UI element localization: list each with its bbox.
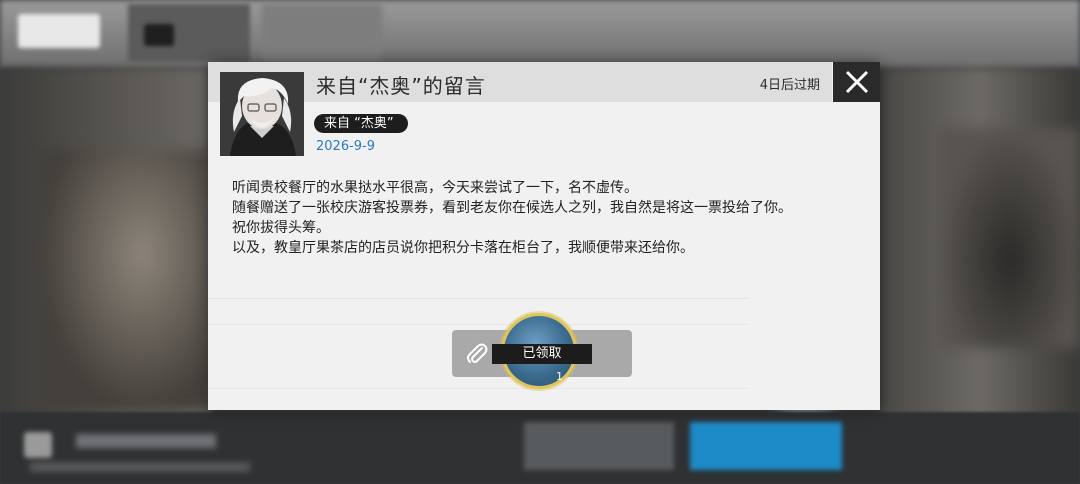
close-icon [845,70,869,94]
claimed-label: 已领取 [492,344,592,364]
close-button[interactable] [833,62,880,102]
divider [208,388,748,389]
message-line: 祝你拔得头筹。 [232,220,330,236]
divider [208,324,748,325]
bg-character [40,150,210,410]
attachment-bar: 已领取 1 [452,316,632,386]
bg-button-primary [690,422,842,470]
bg-tab [18,14,100,48]
message-dialog: 来自“杰奥”的留言 4日后过期 来自 “杰奥” 2026-9-9 听闻贵校餐厅的… [208,62,880,410]
message-date: 2026-9-9 [316,139,376,154]
expire-label: 4日后过期 [759,78,820,93]
message-line: 随餐赠送了一张校庆游客投票券，看到老友你在候选人之列，我自然是将这一票投给了你。 [232,200,792,216]
bg-bottom-bar [0,412,1080,484]
sender-badge: 来自 “杰奥” [314,114,408,133]
message-line: 以及，教皇厅果茶店的店员说你把积分卡落在柜台了，我顺便带来还给你。 [232,240,694,256]
divider [208,298,748,299]
sender-portrait [220,72,304,156]
message-line: 听闻贵校餐厅的水果挞水平很高，今天来尝试了一下，名不虚传。 [232,180,638,196]
bg-tab [262,4,382,62]
bg-tab-active [128,4,250,62]
message-body: 听闻贵校餐厅的水果挞水平很高，今天来尝试了一下，名不虚传。 随餐赠送了一张校庆游… [232,178,862,258]
bg-right-panel [880,68,1080,418]
item-count: 1 [556,370,563,383]
message-title: 来自“杰奥”的留言 [316,74,486,98]
paperclip-icon [467,343,488,363]
bg-button [524,422,674,470]
